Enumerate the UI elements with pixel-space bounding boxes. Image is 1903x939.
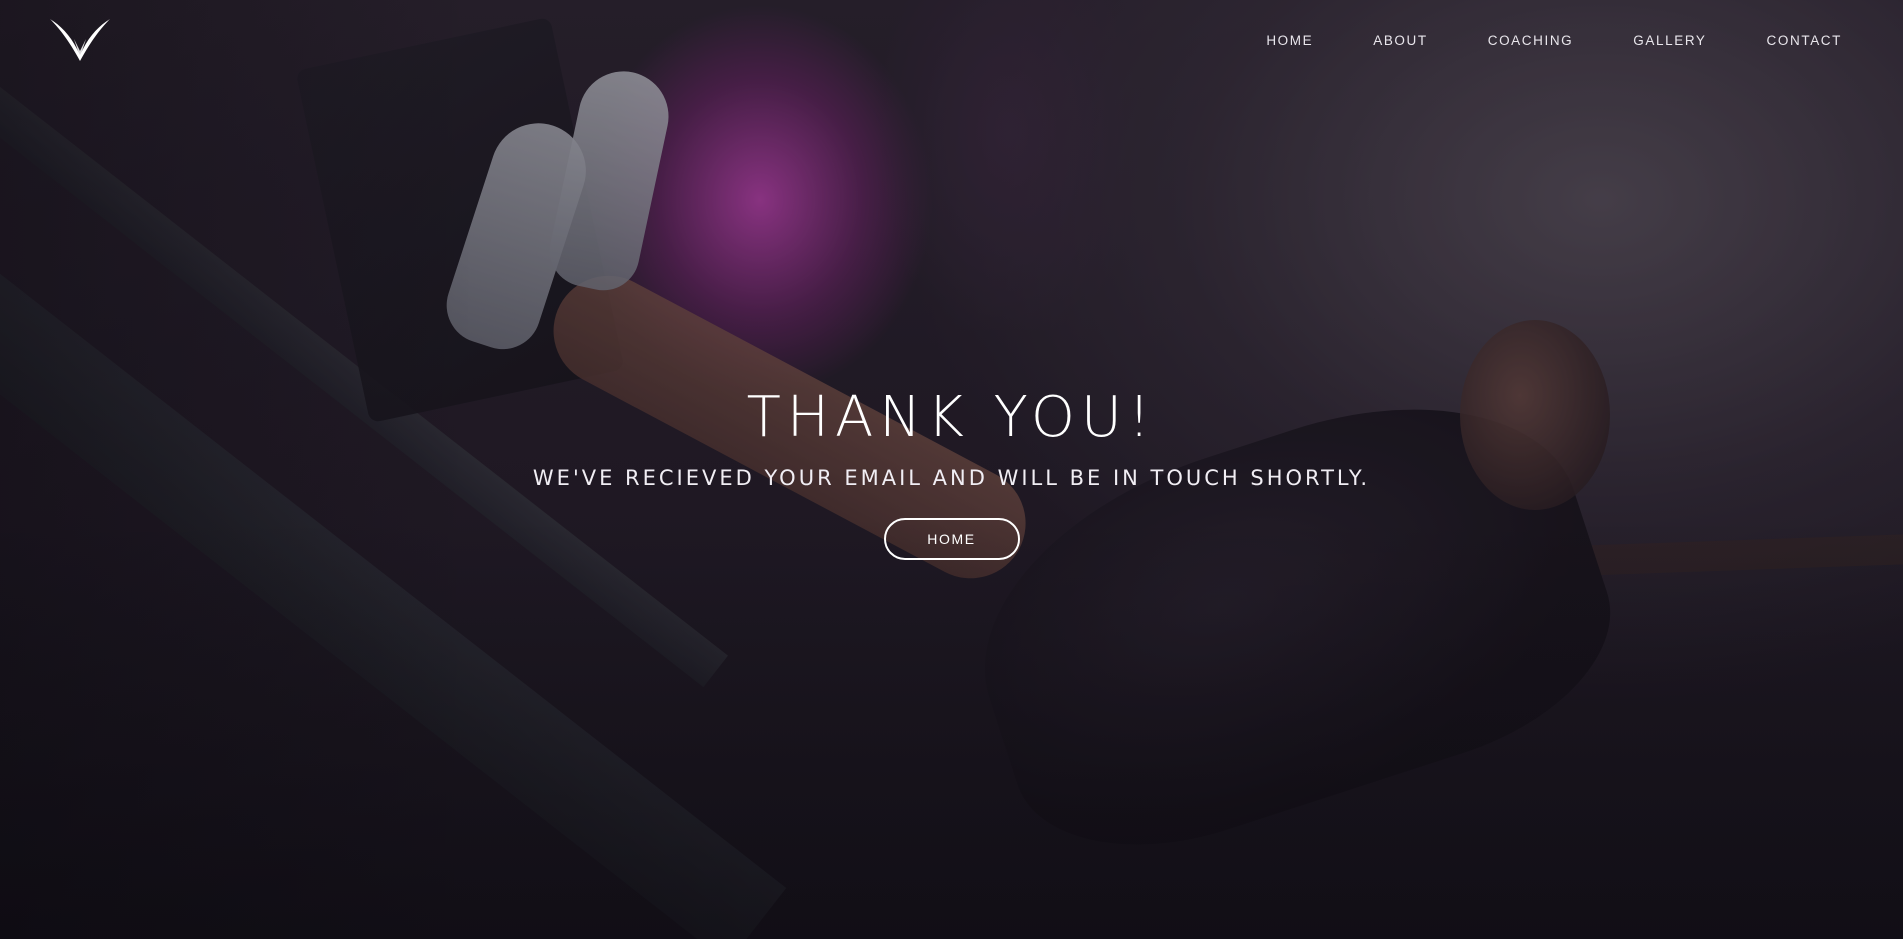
v-wing-logo-icon[interactable]	[48, 17, 112, 63]
nav-about[interactable]: ABOUT	[1373, 33, 1428, 48]
page-title: THANK YOU!	[746, 385, 1157, 450]
home-button[interactable]: HOME	[883, 518, 1020, 560]
nav-gallery[interactable]: GALLERY	[1633, 33, 1706, 48]
main-nav: HOME ABOUT COACHING GALLERY CONTACT	[1266, 33, 1842, 48]
page: HOME ABOUT COACHING GALLERY CONTACT THAN…	[0, 0, 1903, 939]
nav-contact[interactable]: CONTACT	[1767, 33, 1842, 48]
nav-coaching[interactable]: COACHING	[1488, 33, 1574, 48]
nav-home[interactable]: HOME	[1266, 33, 1313, 48]
confirmation-message: WE'VE RECIEVED YOUR EMAIL AND WILL BE IN…	[532, 466, 1371, 490]
logo-svg	[50, 19, 110, 61]
thank-you-section: THANK YOU! WE'VE RECIEVED YOUR EMAIL AND…	[0, 384, 1903, 560]
